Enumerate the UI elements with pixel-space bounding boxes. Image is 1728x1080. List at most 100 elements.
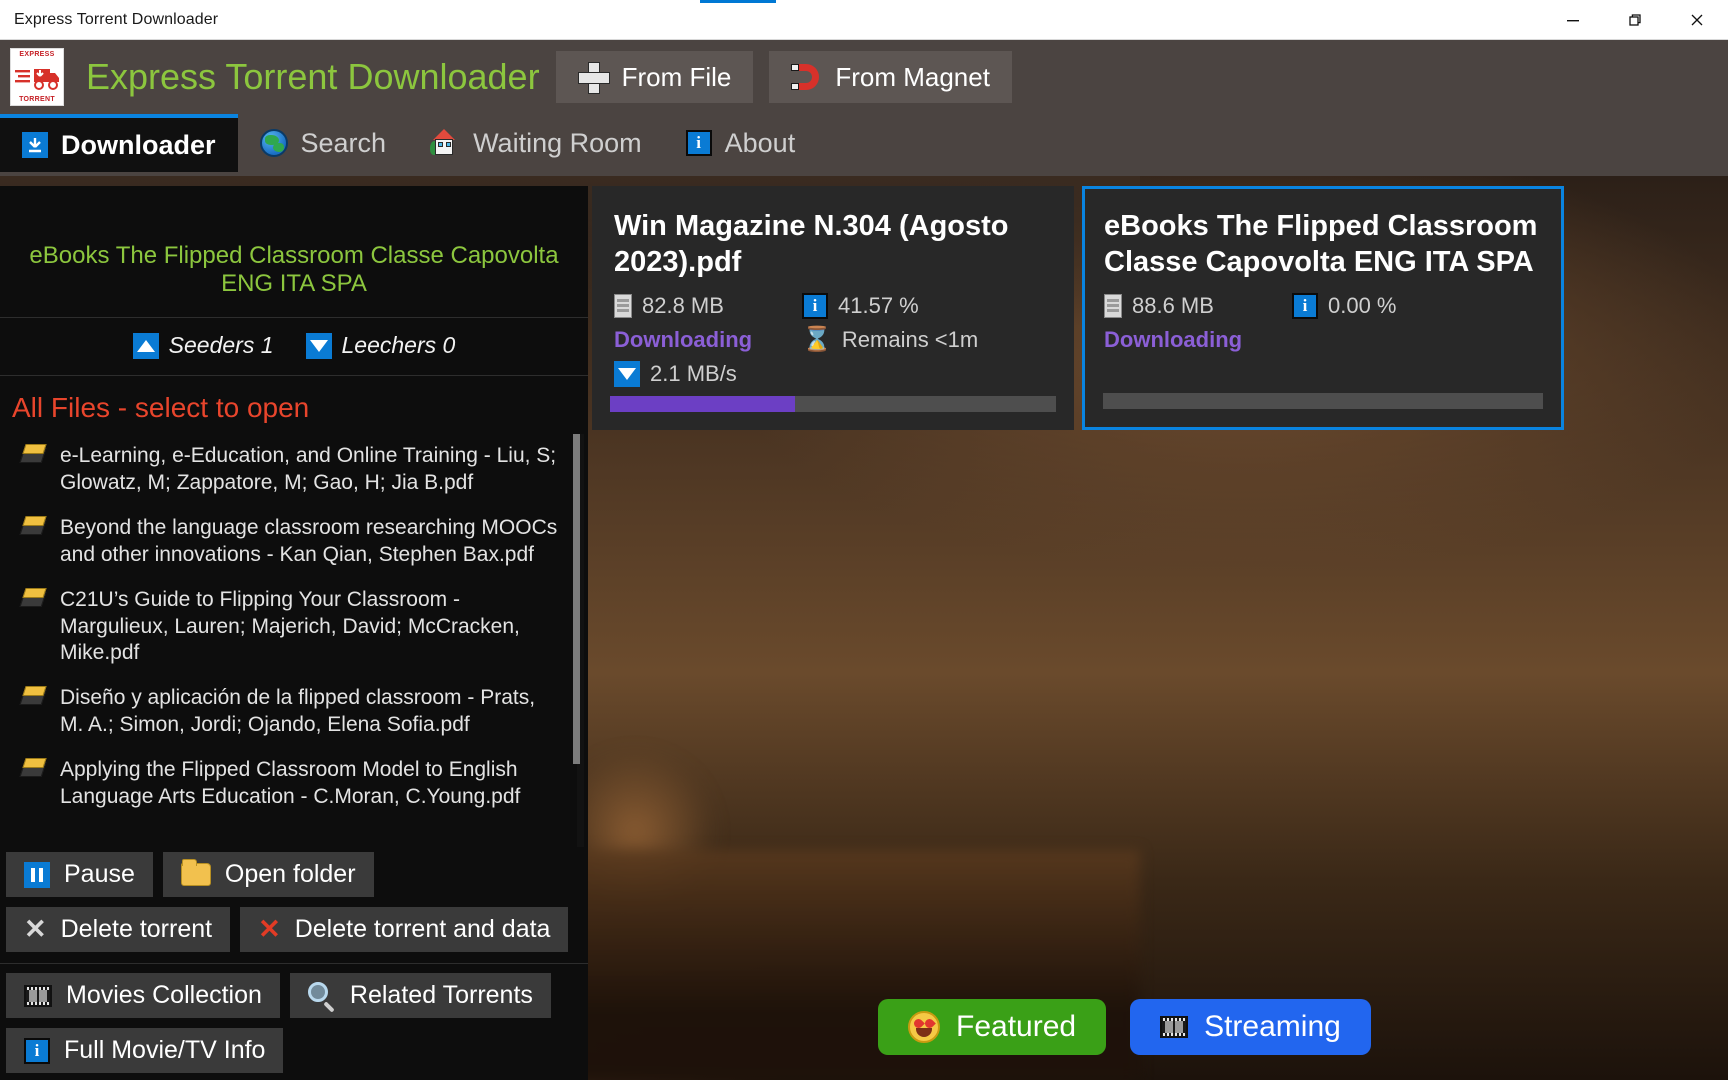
logo-bottom-text: TORRENT bbox=[19, 96, 55, 103]
featured-label: Featured bbox=[956, 1010, 1076, 1044]
info-icon: i bbox=[24, 1038, 50, 1064]
photo-action-buttons: Featured Streaming bbox=[878, 999, 1371, 1055]
tab-waiting-room[interactable]: Waiting Room bbox=[408, 114, 664, 172]
torrent-status: Downloading bbox=[1104, 327, 1292, 353]
detail-action-buttons: Pause Open folder ✕ Delete torrent ✕ Del… bbox=[0, 847, 588, 1080]
tab-search[interactable]: Search bbox=[238, 114, 409, 172]
streaming-button[interactable]: Streaming bbox=[1130, 999, 1371, 1055]
main-tabs: Downloader Search Waiting Room i About bbox=[0, 114, 1728, 176]
x-icon: ✕ bbox=[24, 916, 47, 943]
tab-search-label: Search bbox=[301, 128, 387, 159]
list-item[interactable]: Beyond the language classroom researchin… bbox=[0, 506, 570, 578]
movies-collection-label: Movies Collection bbox=[66, 981, 262, 1010]
list-item[interactable]: C21U’s Guide to Flipping Your Classroom … bbox=[0, 578, 570, 677]
app-title: Express Torrent Downloader bbox=[86, 56, 540, 98]
from-file-button[interactable]: From File bbox=[556, 51, 754, 103]
leechers-stat: Leechers 0 bbox=[306, 332, 456, 359]
minimize-button[interactable] bbox=[1542, 0, 1604, 40]
torrent-percent: 41.57 % bbox=[838, 293, 919, 319]
pause-icon bbox=[24, 862, 50, 888]
hourglass-icon: ⌛ bbox=[802, 328, 832, 352]
file-name: C21U’s Guide to Flipping Your Classroom … bbox=[60, 587, 564, 668]
app-logo: EXPRESS TORRENT bbox=[10, 48, 64, 106]
related-torrents-label: Related Torrents bbox=[350, 981, 533, 1010]
action-row-1: Pause Open folder bbox=[0, 847, 588, 902]
film-icon bbox=[1160, 1016, 1188, 1038]
pause-label: Pause bbox=[64, 860, 135, 889]
x-red-icon: ✕ bbox=[258, 916, 281, 943]
book-icon bbox=[20, 685, 46, 707]
streaming-label: Streaming bbox=[1204, 1010, 1341, 1044]
open-folder-button[interactable]: Open folder bbox=[163, 852, 374, 897]
torrent-size: 88.6 MB bbox=[1132, 293, 1214, 319]
download-icon bbox=[22, 132, 48, 158]
tab-about-label: About bbox=[725, 128, 796, 159]
book-icon bbox=[20, 757, 46, 779]
torrent-card-meta-row-1: 82.8 MB i 41.57 % bbox=[614, 293, 1056, 319]
list-item[interactable]: e-Learning, e-Education, and Online Trai… bbox=[0, 434, 570, 506]
related-torrents-button[interactable]: Related Torrents bbox=[290, 973, 551, 1018]
title-bar: Express Torrent Downloader bbox=[0, 0, 1728, 40]
list-item[interactable]: Applying the Flipped Classroom Model to … bbox=[0, 748, 570, 820]
file-name: Diseño y aplicación de la flipped classr… bbox=[60, 685, 564, 739]
action-row-3: Movies Collection Related Torrents bbox=[0, 968, 588, 1023]
from-magnet-button[interactable]: From Magnet bbox=[769, 51, 1012, 103]
open-folder-label: Open folder bbox=[225, 860, 356, 889]
delete-torrent-button[interactable]: ✕ Delete torrent bbox=[6, 907, 230, 952]
list-item[interactable]: Diseño y aplicación de la flipped classr… bbox=[0, 676, 570, 748]
torrent-card-title: eBooks The Flipped Classroom Classe Capo… bbox=[1104, 208, 1546, 281]
house-icon bbox=[430, 129, 460, 157]
window-controls bbox=[1542, 0, 1728, 40]
window-title: Express Torrent Downloader bbox=[0, 11, 218, 29]
book-icon bbox=[20, 443, 46, 465]
tab-about[interactable]: i About bbox=[664, 114, 818, 172]
file-list-scrollbar[interactable] bbox=[573, 434, 580, 764]
smiley-hearts-icon bbox=[908, 1011, 940, 1043]
torrent-card[interactable]: Win Magazine N.304 (Agosto 2023).pdf 82.… bbox=[592, 186, 1074, 430]
app-window: Express Torrent Downloader EXPRESS bbox=[0, 0, 1728, 1080]
peer-stats: Seeders 1 Leechers 0 bbox=[0, 318, 588, 375]
triangle-down-icon bbox=[306, 333, 332, 359]
divider bbox=[0, 963, 588, 964]
info-icon: i bbox=[1292, 293, 1318, 319]
logo-truck-icon bbox=[14, 63, 60, 91]
detail-torrent-name: eBooks The Flipped Classroom Classe Capo… bbox=[0, 186, 588, 317]
torrent-card-title: Win Magazine N.304 (Agosto 2023).pdf bbox=[614, 208, 1056, 281]
magnet-icon bbox=[791, 64, 821, 90]
delete-torrent-label: Delete torrent bbox=[61, 915, 212, 944]
torrent-size: 82.8 MB bbox=[642, 293, 724, 319]
files-section-header: All Files - select to open bbox=[0, 376, 588, 434]
torrent-card-meta-row-2: Downloading bbox=[1104, 327, 1546, 353]
leechers-label: Leechers 0 bbox=[342, 332, 456, 359]
torrent-card[interactable]: eBooks The Flipped Classroom Classe Capo… bbox=[1082, 186, 1564, 430]
torrent-card-meta-row-2: Downloading ⌛ Remains <1m bbox=[614, 327, 1056, 353]
movies-collection-button[interactable]: Movies Collection bbox=[6, 973, 280, 1018]
triangle-up-icon bbox=[133, 333, 159, 359]
pause-button[interactable]: Pause bbox=[6, 852, 153, 897]
download-speed-icon bbox=[614, 361, 640, 387]
torrent-remaining: Remains <1m bbox=[842, 327, 978, 353]
tab-downloader[interactable]: Downloader bbox=[0, 114, 238, 172]
search-icon bbox=[308, 982, 336, 1010]
globe-icon bbox=[260, 129, 288, 157]
torrent-speed: 2.1 MB/s bbox=[650, 361, 737, 387]
torrent-card-list: Win Magazine N.304 (Agosto 2023).pdf 82.… bbox=[592, 186, 1564, 430]
book-icon bbox=[20, 515, 46, 537]
restore-button[interactable] bbox=[1604, 0, 1666, 40]
tab-downloader-label: Downloader bbox=[61, 130, 216, 161]
torrent-progress-bar bbox=[610, 396, 1056, 412]
info-icon: i bbox=[802, 293, 828, 319]
seeders-label: Seeders 1 bbox=[169, 332, 274, 359]
close-button[interactable] bbox=[1666, 0, 1728, 40]
info-icon: i bbox=[686, 130, 712, 156]
file-name: Beyond the language classroom researchin… bbox=[60, 515, 564, 569]
torrent-progress-fill bbox=[610, 396, 795, 412]
torrent-detail-panel: eBooks The Flipped Classroom Classe Capo… bbox=[0, 186, 588, 1080]
from-magnet-label: From Magnet bbox=[835, 62, 990, 93]
delete-torrent-and-data-label: Delete torrent and data bbox=[295, 915, 551, 944]
file-name: e-Learning, e-Education, and Online Trai… bbox=[60, 443, 564, 497]
film-icon bbox=[24, 985, 52, 1007]
delete-torrent-and-data-button[interactable]: ✕ Delete torrent and data bbox=[240, 907, 568, 952]
full-movie-tv-info-button[interactable]: i Full Movie/TV Info bbox=[6, 1028, 283, 1073]
featured-button[interactable]: Featured bbox=[878, 999, 1106, 1055]
